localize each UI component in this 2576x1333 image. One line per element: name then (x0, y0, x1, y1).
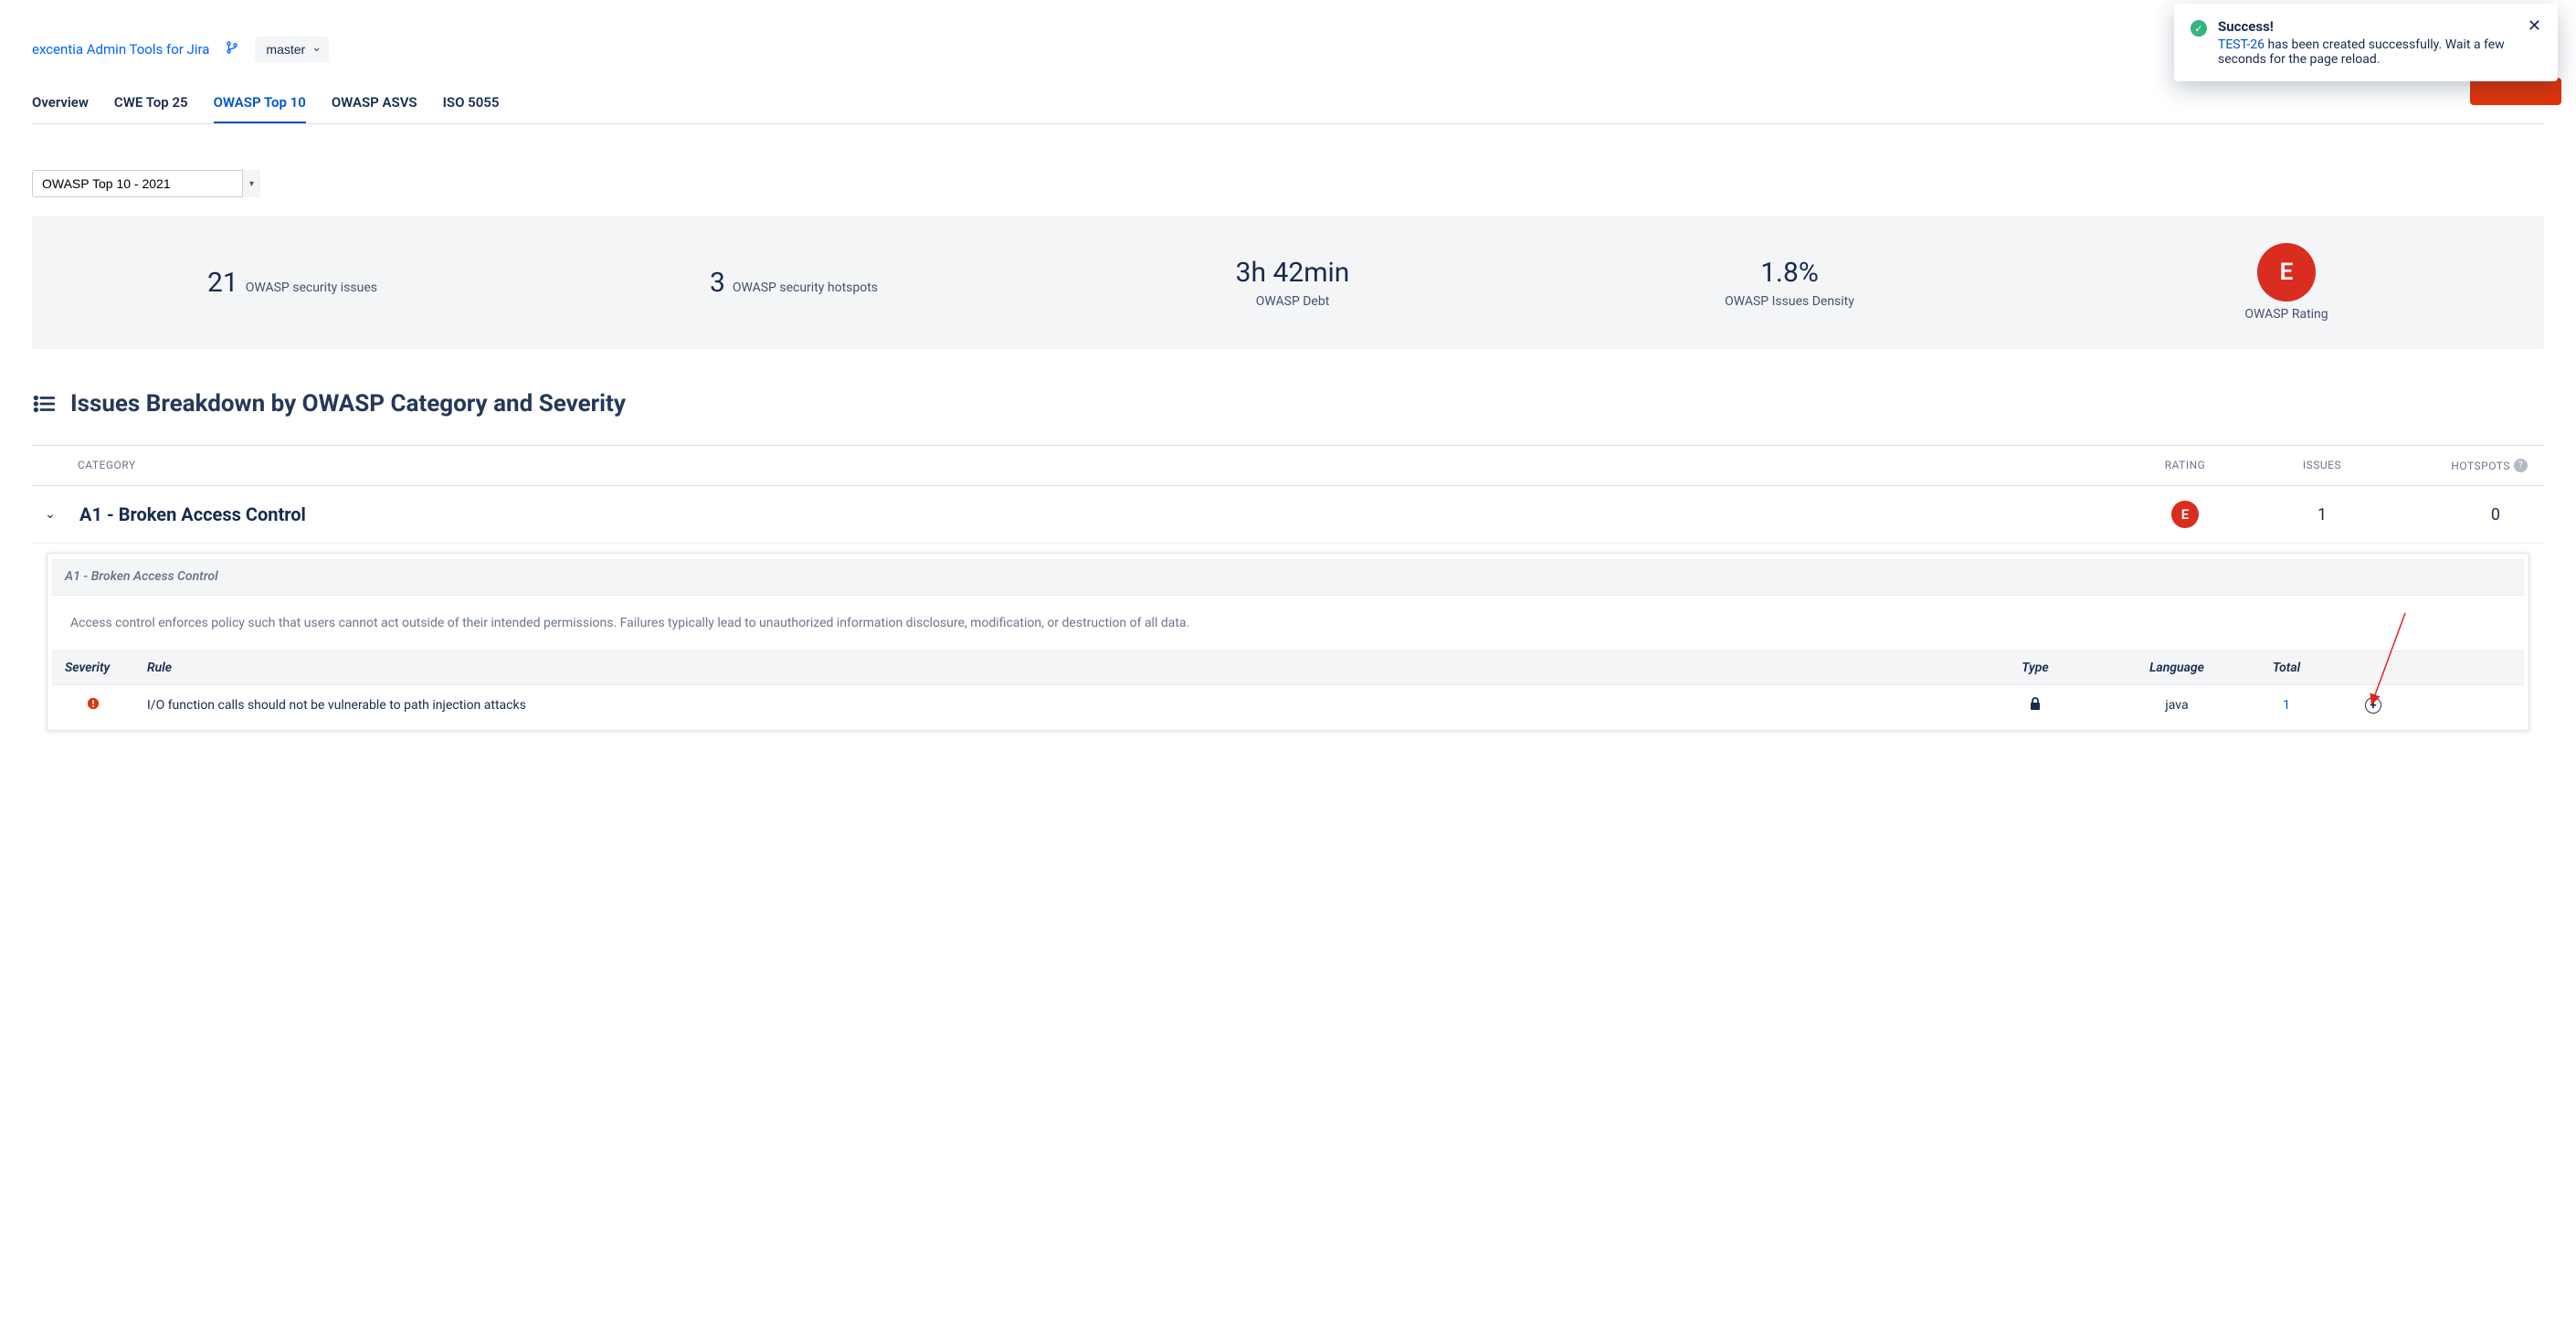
th-language: Language (2113, 651, 2241, 685)
toast-title: Success! (2218, 18, 2517, 35)
branch-select[interactable]: master (255, 37, 329, 62)
th-action (2332, 651, 2414, 685)
section-title: Issues Breakdown by OWASP Category and S… (70, 390, 626, 418)
rule-table: Severity Rule Type Language Total I/O fu… (52, 651, 2524, 725)
cell-severity (52, 685, 134, 726)
check-circle-icon: ✓ (2191, 20, 2207, 37)
summary-issues-label: OWASP security issues (246, 280, 377, 295)
tab-owasp-top-10[interactable]: OWASP Top 10 (214, 94, 306, 123)
category-title: A1 - Broken Access Control (79, 503, 2117, 525)
version-select[interactable] (32, 170, 260, 197)
tab-cwe-top-25[interactable]: CWE Top 25 (114, 94, 188, 123)
list-icon (32, 392, 56, 416)
cell-language: java (2113, 685, 2241, 726)
summary-debt: 3h 42min OWASP Debt (1210, 257, 1375, 309)
tabs: Overview CWE Top 25 OWASP Top 10 OWASP A… (32, 94, 2544, 124)
th-type: Type (1958, 651, 2113, 685)
col-hotspots: HOTSPOTS ? (2391, 459, 2528, 472)
category-hotspots: 0 (2391, 505, 2528, 524)
summary-hotspots: 3 OWASP security hotspots (710, 267, 878, 299)
summary-debt-label: OWASP Debt (1256, 294, 1330, 309)
cell-spacer (2414, 685, 2524, 726)
breadcrumb: excentia Admin Tools for Jira master (32, 37, 2544, 62)
th-total: Total (2241, 651, 2332, 685)
col-category: CATEGORY (78, 459, 2117, 472)
col-issues: ISSUES (2254, 459, 2391, 472)
category-row: ⌄ A1 - Broken Access Control E 1 0 (32, 486, 2544, 544)
summary-density-label: OWASP Issues Density (1725, 294, 1854, 309)
summary-hotspots-label: OWASP security hotspots (733, 280, 878, 295)
th-spacer (2414, 651, 2524, 685)
rating-badge-sm: E (2171, 501, 2199, 528)
col-rating: RATING (2117, 459, 2254, 472)
lock-icon (2029, 697, 2042, 714)
category-issues: 1 (2254, 505, 2391, 524)
cell-rule: I/O function calls should not be vulnera… (134, 685, 1958, 726)
rule-row: I/O function calls should not be vulnera… (52, 685, 2524, 726)
cell-action: + (2332, 685, 2414, 726)
close-icon[interactable]: ✕ (2528, 18, 2541, 67)
branch-icon (226, 41, 238, 58)
summary-issues: 21 OWASP security issues (207, 267, 377, 299)
summary-density: 1.8% OWASP Issues Density (1707, 257, 1872, 309)
summary-debt-value: 3h 42min (1236, 257, 1350, 289)
cell-type (1958, 685, 2113, 726)
total-link[interactable]: 1 (2283, 698, 2290, 713)
add-button[interactable]: + (2365, 697, 2381, 714)
summary-rating: E OWASP Rating (2204, 243, 2369, 322)
success-toast: ✓ Success! TEST-26 has been created succ… (2174, 4, 2558, 81)
tab-owasp-asvs[interactable]: OWASP ASVS (332, 94, 417, 123)
summary-hotspots-value: 3 (710, 267, 725, 299)
chevron-down-icon[interactable] (242, 170, 260, 197)
category-rating: E (2117, 501, 2254, 528)
th-rule: Rule (134, 651, 1958, 685)
summary-density-value: 1.8% (1760, 257, 1819, 289)
help-icon[interactable]: ? (2514, 459, 2528, 472)
critical-icon (87, 699, 100, 714)
version-select-wrap (32, 170, 260, 197)
detail-title: A1 - Broken Access Control (52, 558, 2524, 596)
th-severity: Severity (52, 651, 134, 685)
project-link[interactable]: excentia Admin Tools for Jira (32, 41, 209, 58)
table-header: CATEGORY RATING ISSUES HOTSPOTS ? (32, 445, 2544, 486)
tab-iso-5055[interactable]: ISO 5055 (443, 94, 500, 123)
background-action-button (2470, 78, 2561, 105)
summary-issues-value: 21 (207, 267, 238, 299)
chevron-down-icon[interactable]: ⌄ (45, 507, 63, 522)
toast-issue-link[interactable]: TEST-26 (2218, 37, 2265, 52)
summary-card: 21 OWASP security issues 3 OWASP securit… (32, 216, 2544, 349)
detail-card: A1 - Broken Access Control Access contro… (47, 553, 2529, 731)
section-heading: Issues Breakdown by OWASP Category and S… (32, 390, 2544, 418)
cell-total: 1 (2241, 685, 2332, 726)
detail-description: Access control enforces policy such that… (52, 596, 2524, 651)
summary-rating-label: OWASP Rating (2244, 307, 2328, 322)
rating-badge: E (2257, 243, 2316, 302)
tab-overview[interactable]: Overview (32, 94, 89, 123)
